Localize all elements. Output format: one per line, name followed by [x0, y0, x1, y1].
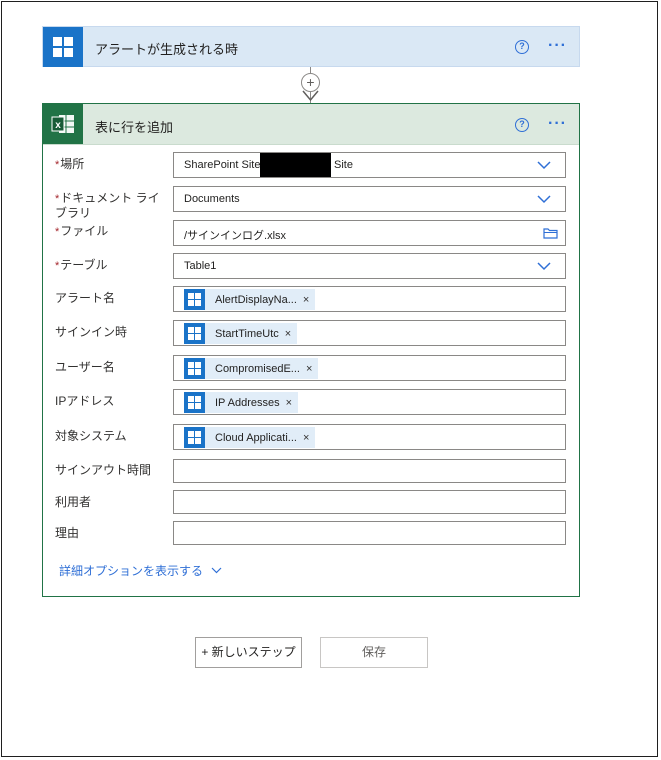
- user-name-label: ユーザー名: [55, 360, 115, 374]
- remove-token-icon[interactable]: ×: [303, 432, 309, 444]
- redaction-block: [260, 153, 331, 177]
- windows-grid-icon: [43, 27, 83, 67]
- token-label: StartTimeUtc: [215, 327, 279, 340]
- location-dropdown[interactable]: SharePoint Site Site: [173, 152, 566, 178]
- signin-time-field[interactable]: StartTimeUtc ×: [173, 320, 566, 346]
- remove-token-icon[interactable]: ×: [286, 397, 292, 409]
- chevron-down-icon[interactable]: [537, 161, 551, 170]
- reason-label: 理由: [55, 526, 80, 540]
- windows-grid-icon: [184, 289, 205, 310]
- help-icon[interactable]: ?: [515, 40, 529, 54]
- token-label: CompromisedE...: [215, 362, 300, 375]
- chevron-down-icon[interactable]: [537, 195, 551, 204]
- action-card: x 表に行を追加 ? ··· *場所 SharePoint Site Site …: [42, 103, 580, 597]
- signout-time-input[interactable]: [173, 459, 566, 483]
- trigger-title: アラートが生成される時: [95, 42, 239, 57]
- table-label: *テーブル: [55, 258, 108, 272]
- remove-token-icon[interactable]: ×: [303, 294, 309, 306]
- excel-icon: x: [43, 104, 83, 144]
- save-button[interactable]: 保存: [320, 637, 428, 668]
- dynamic-content-token[interactable]: Cloud Applicati... ×: [184, 427, 316, 448]
- alert-name-label: アラート名: [55, 291, 116, 305]
- table-value: Table1: [184, 260, 217, 272]
- windows-grid-icon: [184, 358, 205, 379]
- svg-text:x: x: [55, 120, 61, 131]
- trigger-card[interactable]: アラートが生成される時 ? ···: [42, 26, 580, 67]
- token-label: AlertDisplayNa...: [215, 293, 297, 306]
- reason-input[interactable]: [173, 521, 566, 545]
- file-label: *ファイル: [55, 224, 109, 238]
- table-dropdown[interactable]: Table1: [173, 253, 566, 279]
- dynamic-content-token[interactable]: IP Addresses ×: [184, 392, 299, 413]
- target-system-field[interactable]: Cloud Applicati... ×: [173, 424, 566, 450]
- location-value: SharePoint Site: [184, 159, 261, 171]
- user-name-field[interactable]: CompromisedE... ×: [173, 355, 566, 381]
- file-value: /サインインログ.xlsx: [184, 230, 287, 242]
- file-picker[interactable]: /サインインログ.xlsx: [173, 220, 566, 246]
- signin-time-label: サインイン時: [55, 325, 128, 339]
- library-dropdown[interactable]: Documents: [173, 186, 566, 212]
- ip-address-field[interactable]: IP Addresses ×: [173, 389, 566, 415]
- help-icon[interactable]: ?: [515, 118, 529, 132]
- chevron-down-icon: [211, 567, 222, 574]
- token-label: Cloud Applicati...: [215, 431, 297, 444]
- chevron-down-icon[interactable]: [537, 262, 551, 271]
- library-value: Documents: [184, 193, 240, 205]
- arrow-down-icon: [302, 90, 319, 102]
- windows-grid-icon: [184, 427, 205, 448]
- remove-token-icon[interactable]: ×: [285, 328, 291, 340]
- action-header[interactable]: x 表に行を追加 ? ···: [43, 104, 579, 145]
- action-title: 表に行を追加: [95, 120, 174, 135]
- folder-icon[interactable]: [543, 227, 558, 239]
- windows-grid-icon: [184, 323, 205, 344]
- ip-address-label: IPアドレス: [55, 394, 115, 408]
- target-system-label: 対象システム: [55, 429, 127, 443]
- advanced-options-label: 詳細オプションを表示する: [59, 564, 204, 578]
- user-label: 利用者: [55, 495, 92, 509]
- show-advanced-options-link[interactable]: 詳細オプションを表示する: [59, 562, 222, 579]
- location-value-suffix: Site: [334, 159, 353, 171]
- windows-grid-icon: [184, 392, 205, 413]
- more-options-icon[interactable]: ···: [548, 116, 567, 132]
- new-step-button[interactable]: + 新しいステップ: [195, 637, 302, 668]
- library-label: *ドキュメント ライブラリ: [55, 191, 160, 220]
- alert-name-field[interactable]: AlertDisplayNa... ×: [173, 286, 566, 312]
- user-input[interactable]: [173, 490, 566, 514]
- dynamic-content-token[interactable]: StartTimeUtc ×: [184, 323, 298, 344]
- more-options-icon[interactable]: ···: [548, 38, 567, 54]
- location-label: *場所: [55, 157, 85, 171]
- token-label: IP Addresses: [215, 396, 280, 409]
- dynamic-content-token[interactable]: CompromisedE... ×: [184, 358, 319, 379]
- dynamic-content-token[interactable]: AlertDisplayNa... ×: [184, 289, 316, 310]
- signout-time-label: サインアウト時間: [55, 463, 152, 477]
- remove-token-icon[interactable]: ×: [306, 363, 312, 375]
